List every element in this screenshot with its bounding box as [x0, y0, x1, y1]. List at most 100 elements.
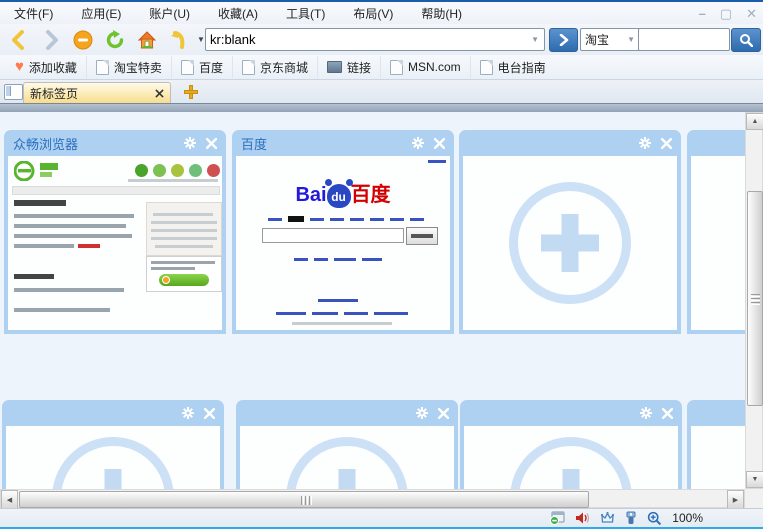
horizontal-scrollbar[interactable]: ◀ ▶ [0, 489, 745, 509]
gear-icon[interactable] [182, 407, 194, 419]
scroll-left-button[interactable]: ◀ [1, 490, 18, 509]
thumb-line [14, 224, 126, 228]
bookmark-jd[interactable]: 京东商城 [233, 56, 318, 78]
bookmark-add-favorite[interactable]: ♥ 添加收藏 [6, 56, 87, 78]
dial-card-zhongchang[interactable]: 众畅浏览器 [4, 130, 226, 334]
scroll-down-button[interactable]: ▼ [746, 471, 763, 488]
thumb-line [14, 308, 110, 312]
add-dial-area[interactable] [463, 156, 677, 330]
bookmark-taobao-sale[interactable]: 淘宝特卖 [87, 56, 172, 78]
go-icon [559, 34, 568, 46]
address-dropdown-arrow[interactable]: ▼ [526, 35, 544, 44]
gear-icon[interactable] [639, 137, 651, 149]
zc-heading [14, 200, 66, 206]
tab-label: 新标签页 [30, 86, 79, 101]
status-bar: 100% [0, 508, 763, 527]
close-icon[interactable] [662, 407, 673, 419]
page-icon [479, 59, 493, 75]
stop-button[interactable] [70, 27, 96, 52]
thumb-line [14, 234, 132, 238]
dial-card-empty-partial[interactable] [687, 130, 745, 334]
gear-icon[interactable] [412, 137, 424, 149]
menu-tools[interactable]: 工具(T) [272, 2, 339, 25]
dial-card-empty[interactable] [236, 400, 458, 489]
baidu-logo-bai: Bai [295, 184, 327, 206]
address-input[interactable] [206, 32, 527, 47]
zc-badge-icon [189, 164, 202, 177]
gear-icon[interactable] [416, 407, 428, 419]
torch-icon[interactable] [625, 511, 637, 525]
add-dial-area[interactable] [464, 426, 678, 489]
close-button[interactable]: ✕ [746, 6, 757, 22]
bookmark-msn[interactable]: MSN.com [381, 56, 471, 78]
menu-help[interactable]: 帮助(H) [407, 2, 476, 25]
menu-apps[interactable]: 应用(E) [67, 2, 135, 25]
zoom-level[interactable]: 100% [672, 511, 703, 525]
tab-bar-divider [0, 103, 763, 112]
dial-card-baidu[interactable]: 百度 Bai du 百度 [232, 130, 454, 334]
menu-file[interactable]: 文件(F) [0, 2, 67, 25]
crown-icon[interactable] [600, 511, 615, 525]
vertical-scroll-thumb[interactable] [747, 191, 763, 406]
dial-card-empty-partial[interactable] [687, 400, 745, 489]
menu-account[interactable]: 账户(U) [135, 2, 204, 25]
dial-thumbnail-baidu[interactable]: Bai du 百度 [236, 156, 450, 330]
popup-blocker-icon[interactable] [550, 511, 565, 525]
home-button[interactable] [134, 27, 160, 52]
tab-close-icon[interactable] [155, 88, 164, 98]
add-dial-area[interactable] [691, 426, 745, 489]
speaker-icon[interactable] [575, 511, 590, 525]
add-dial-area[interactable] [6, 426, 220, 489]
menu-favorites[interactable]: 收藏(A) [204, 2, 272, 25]
horizontal-scroll-thumb[interactable] [19, 491, 589, 508]
close-icon[interactable] [434, 137, 445, 149]
search-field [638, 28, 730, 51]
zoom-in-icon[interactable] [647, 511, 662, 526]
bookmark-label: 京东商城 [259, 60, 308, 75]
thumb-link [310, 218, 324, 221]
menu-layout[interactable]: 布局(V) [339, 2, 407, 25]
refresh-button[interactable] [102, 27, 128, 52]
zc-logo-text2 [40, 172, 52, 177]
close-icon[interactable] [438, 407, 449, 419]
zc-download-box [146, 256, 222, 292]
thumb-link [330, 218, 344, 221]
gear-icon[interactable] [184, 137, 196, 149]
search-input[interactable] [639, 29, 729, 48]
dial-thumbnail-zhongchang[interactable] [8, 156, 222, 330]
address-bar: ▼ [205, 28, 545, 51]
dial-card-empty[interactable] [459, 130, 681, 334]
close-icon[interactable] [206, 137, 217, 149]
tab-new-tab-page[interactable]: 新标签页 [23, 82, 171, 103]
forward-button[interactable] [38, 27, 64, 52]
close-icon[interactable] [661, 137, 672, 149]
search-button[interactable] [731, 28, 761, 52]
gear-icon[interactable] [640, 407, 652, 419]
panel-toggle-icon[interactable] [4, 84, 23, 100]
bookmark-links-folder[interactable]: 链接 [318, 56, 381, 78]
bookmark-radio-guide[interactable]: 电台指南 [471, 56, 555, 78]
scroll-up-button[interactable]: ▲ [746, 113, 763, 130]
undo-button[interactable] [166, 27, 192, 52]
thumb-link [428, 160, 446, 163]
search-engine-select[interactable]: 淘宝 ▼ [580, 28, 645, 51]
minimize-button[interactable]: – [699, 6, 706, 22]
close-icon[interactable] [204, 407, 215, 419]
dial-card-title: 众畅浏览器 [13, 136, 79, 152]
new-tab-button[interactable] [184, 85, 198, 99]
back-button[interactable] [6, 27, 32, 52]
bookmark-baidu[interactable]: 百度 [172, 56, 233, 78]
dial-card-empty[interactable] [2, 400, 224, 489]
go-button[interactable] [549, 28, 578, 52]
scroll-right-button[interactable]: ▶ [727, 490, 744, 509]
thumb-link [312, 312, 338, 315]
bookmarks-bar: ♥ 添加收藏 淘宝特卖 百度 京东商城 链接 MSN.com 电台指南 [0, 55, 763, 80]
thumb-line [14, 244, 74, 248]
zc-building-image [146, 202, 222, 256]
dial-card-empty[interactable] [460, 400, 682, 489]
vertical-scrollbar[interactable]: ▲ ▼ [745, 112, 763, 489]
add-dial-area[interactable] [691, 156, 745, 330]
maximize-button[interactable]: ▢ [720, 6, 732, 22]
baidu-search-box [262, 228, 404, 243]
add-dial-area[interactable] [240, 426, 454, 489]
